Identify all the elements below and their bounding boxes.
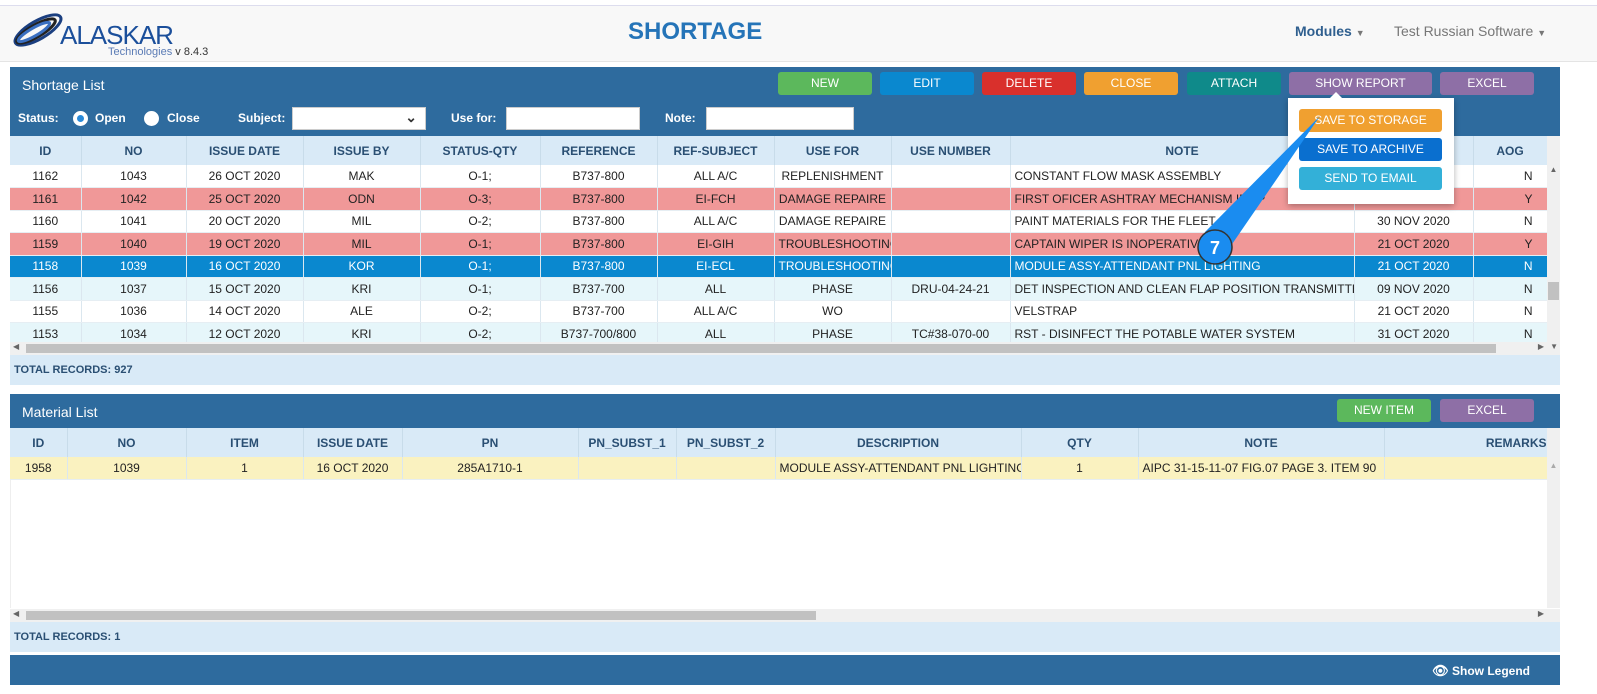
annotation-step-number: 7 <box>1210 238 1220 258</box>
annotation-layer: 7 <box>1197 116 1320 265</box>
annotation-pointer <box>1205 116 1320 250</box>
